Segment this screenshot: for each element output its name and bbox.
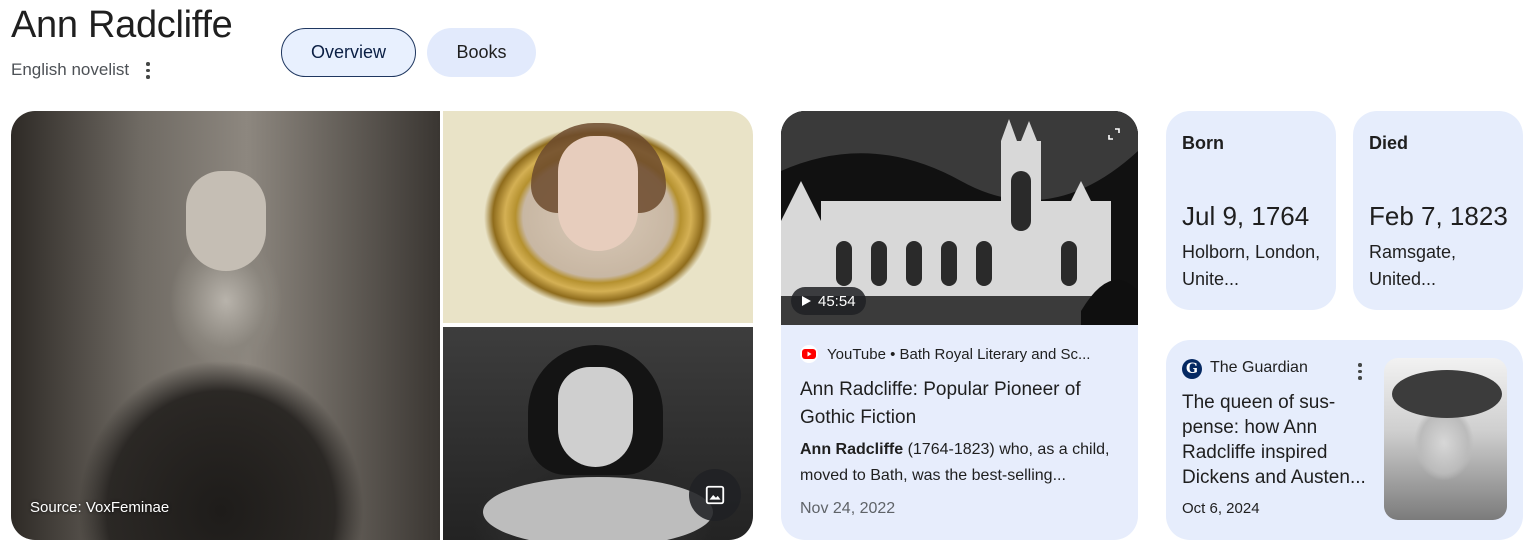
expand-icon[interactable]: [1108, 128, 1120, 140]
portrait-image-oval[interactable]: [443, 111, 753, 323]
news-thumbnail[interactable]: [1384, 358, 1507, 520]
video-source-text: YouTube • Bath Royal Literary and Sc...: [827, 345, 1091, 363]
image-gallery-icon[interactable]: [689, 469, 741, 521]
born-label: Born: [1182, 133, 1224, 153]
born-date: Jul 9, 1764: [1182, 201, 1310, 231]
video-source: YouTube • Bath Royal Literary and Sc...: [800, 345, 1125, 363]
portrait-shoulders: [483, 477, 713, 540]
news-date: Oct 6, 2024: [1182, 500, 1260, 517]
portrait-hat: [1392, 370, 1502, 418]
news-title[interactable]: The queen of sus-pense: how Ann Radcliff…: [1182, 390, 1377, 490]
portrait-face: [186, 171, 266, 271]
youtube-icon: [800, 345, 818, 363]
portrait-face: [558, 136, 638, 251]
video-duration: 45:54: [818, 292, 856, 310]
news-source: The Guardian: [1210, 359, 1308, 376]
snippet-highlight: Ann Radcliffe: [800, 441, 904, 458]
video-thumbnail[interactable]: 45:54: [781, 111, 1138, 325]
play-icon: [802, 296, 811, 306]
born-card[interactable]: Born Jul 9, 1764 Holborn, London, Unite.…: [1166, 111, 1336, 310]
portrait-face: [558, 367, 633, 467]
died-label: Died: [1369, 133, 1409, 153]
guardian-logo-icon: G: [1182, 359, 1202, 379]
tab-books[interactable]: Books: [427, 28, 536, 77]
video-title[interactable]: Ann Radcliffe: Popular Pioneer of Gothic…: [800, 376, 1120, 432]
died-place: Ramsgate, United...: [1369, 242, 1457, 289]
died-date: Feb 7, 1823: [1369, 201, 1508, 231]
portrait-image-main[interactable]: Source: VoxFeminae: [11, 111, 440, 540]
news-card[interactable]: G The Guardian The queen of sus-pense: h…: [1166, 340, 1523, 540]
video-date: Nov 24, 2022: [800, 500, 896, 517]
died-card[interactable]: Died Feb 7, 1823 Ramsgate, United...: [1353, 111, 1523, 310]
page-title: Ann Radcliffe: [11, 4, 233, 46]
image-source-caption: Source: VoxFeminae: [30, 499, 170, 516]
image-gallery: Source: VoxFeminae: [11, 111, 753, 540]
video-duration-badge: 45:54: [791, 287, 866, 315]
video-snippet: Ann Radcliffe (1764-1823) who, as a chil…: [800, 437, 1125, 489]
tab-overview[interactable]: Overview: [281, 28, 416, 77]
subtitle-text: English novelist: [11, 60, 130, 80]
born-place: Holborn, London, Unite...: [1182, 242, 1321, 289]
video-card[interactable]: 45:54 YouTube • Bath Royal Literary and …: [781, 111, 1138, 540]
news-more-options-icon[interactable]: [1355, 361, 1365, 382]
more-options-icon[interactable]: [143, 60, 153, 81]
entity-subtitle: English novelist: [11, 60, 153, 81]
